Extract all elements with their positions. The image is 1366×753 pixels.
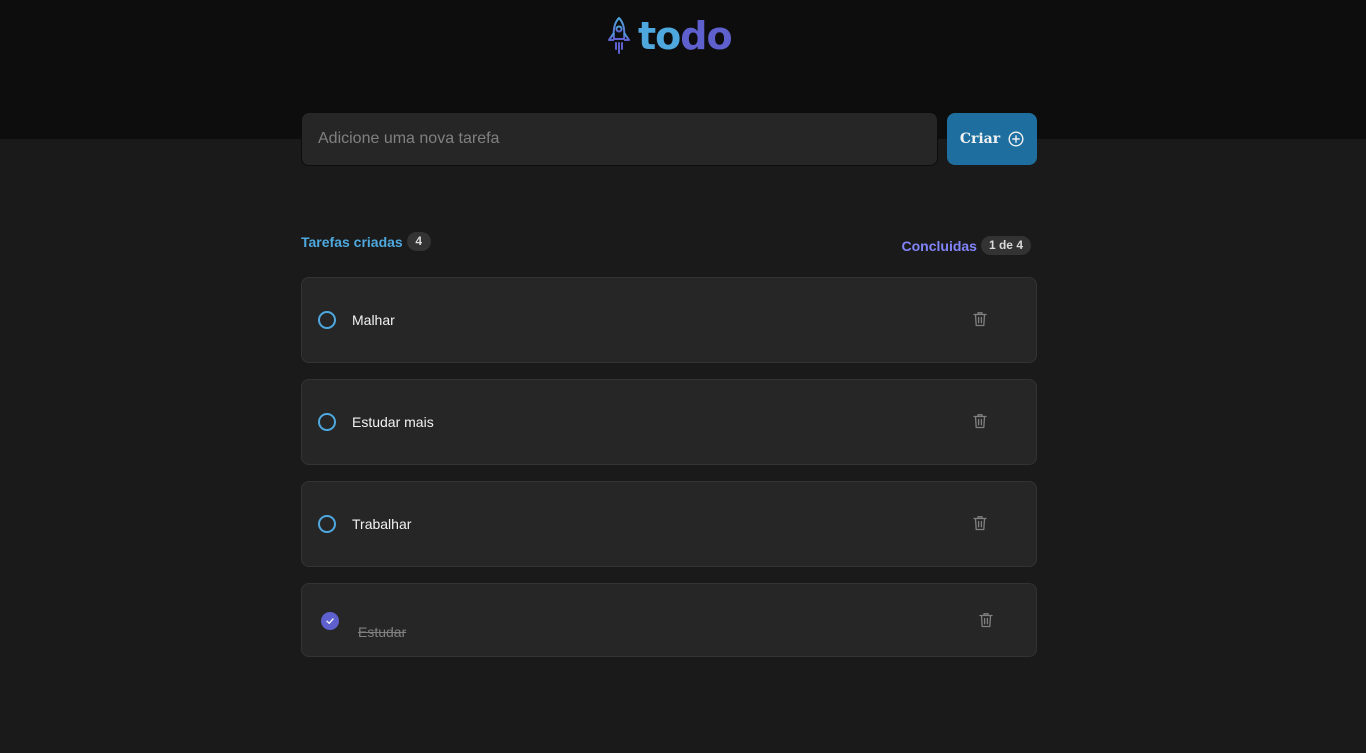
task-checkbox[interactable] (318, 311, 336, 329)
logo: todo (606, 14, 733, 58)
task-checkbox-checked[interactable] (321, 612, 339, 630)
task-item: Trabalhar (301, 481, 1037, 567)
created-counter: Tarefas criadas 4 (301, 232, 431, 251)
delete-task-button[interactable] (968, 409, 992, 433)
plus-circle-icon (1008, 131, 1024, 147)
logo-text-do: do (680, 14, 732, 58)
logo-text: todo (638, 14, 733, 58)
delete-task-button[interactable] (974, 608, 998, 632)
trash-icon (973, 312, 987, 327)
delete-task-button[interactable] (968, 307, 992, 331)
create-button[interactable]: Criar (947, 113, 1037, 165)
rocket-icon (608, 17, 630, 54)
task-checkbox[interactable] (318, 515, 336, 533)
task-item-completed: Estudar (301, 583, 1037, 657)
done-counter-label: Concluidas (901, 237, 977, 254)
task-text: Estudar mais (352, 414, 434, 430)
check-icon (326, 618, 334, 624)
task-item: Malhar (301, 277, 1037, 363)
new-task-form: Criar (301, 112, 1038, 166)
task-list: Malhar Estudar mais Trabalhar Estudar (301, 277, 1037, 673)
created-count-badge: 4 (406, 232, 431, 251)
trash-icon (979, 613, 993, 628)
task-item: Estudar mais (301, 379, 1037, 465)
created-counter-label: Tarefas criadas (301, 233, 403, 250)
delete-task-button[interactable] (968, 511, 992, 535)
create-button-label: Criar (959, 131, 1001, 147)
trash-icon (973, 414, 987, 429)
task-checkbox[interactable] (318, 413, 336, 431)
logo-text-to: to (638, 14, 681, 58)
done-counter: Concluidas 1 de 4 (901, 236, 1031, 255)
task-text-completed: Estudar (358, 624, 407, 640)
trash-icon (973, 516, 987, 531)
task-text: Trabalhar (352, 516, 412, 532)
new-task-input[interactable] (301, 112, 938, 166)
done-count-badge: 1 de 4 (980, 236, 1031, 255)
task-text: Malhar (352, 312, 395, 328)
task-counters: Tarefas criadas 4 Concluidas 1 de 4 (301, 230, 1037, 260)
